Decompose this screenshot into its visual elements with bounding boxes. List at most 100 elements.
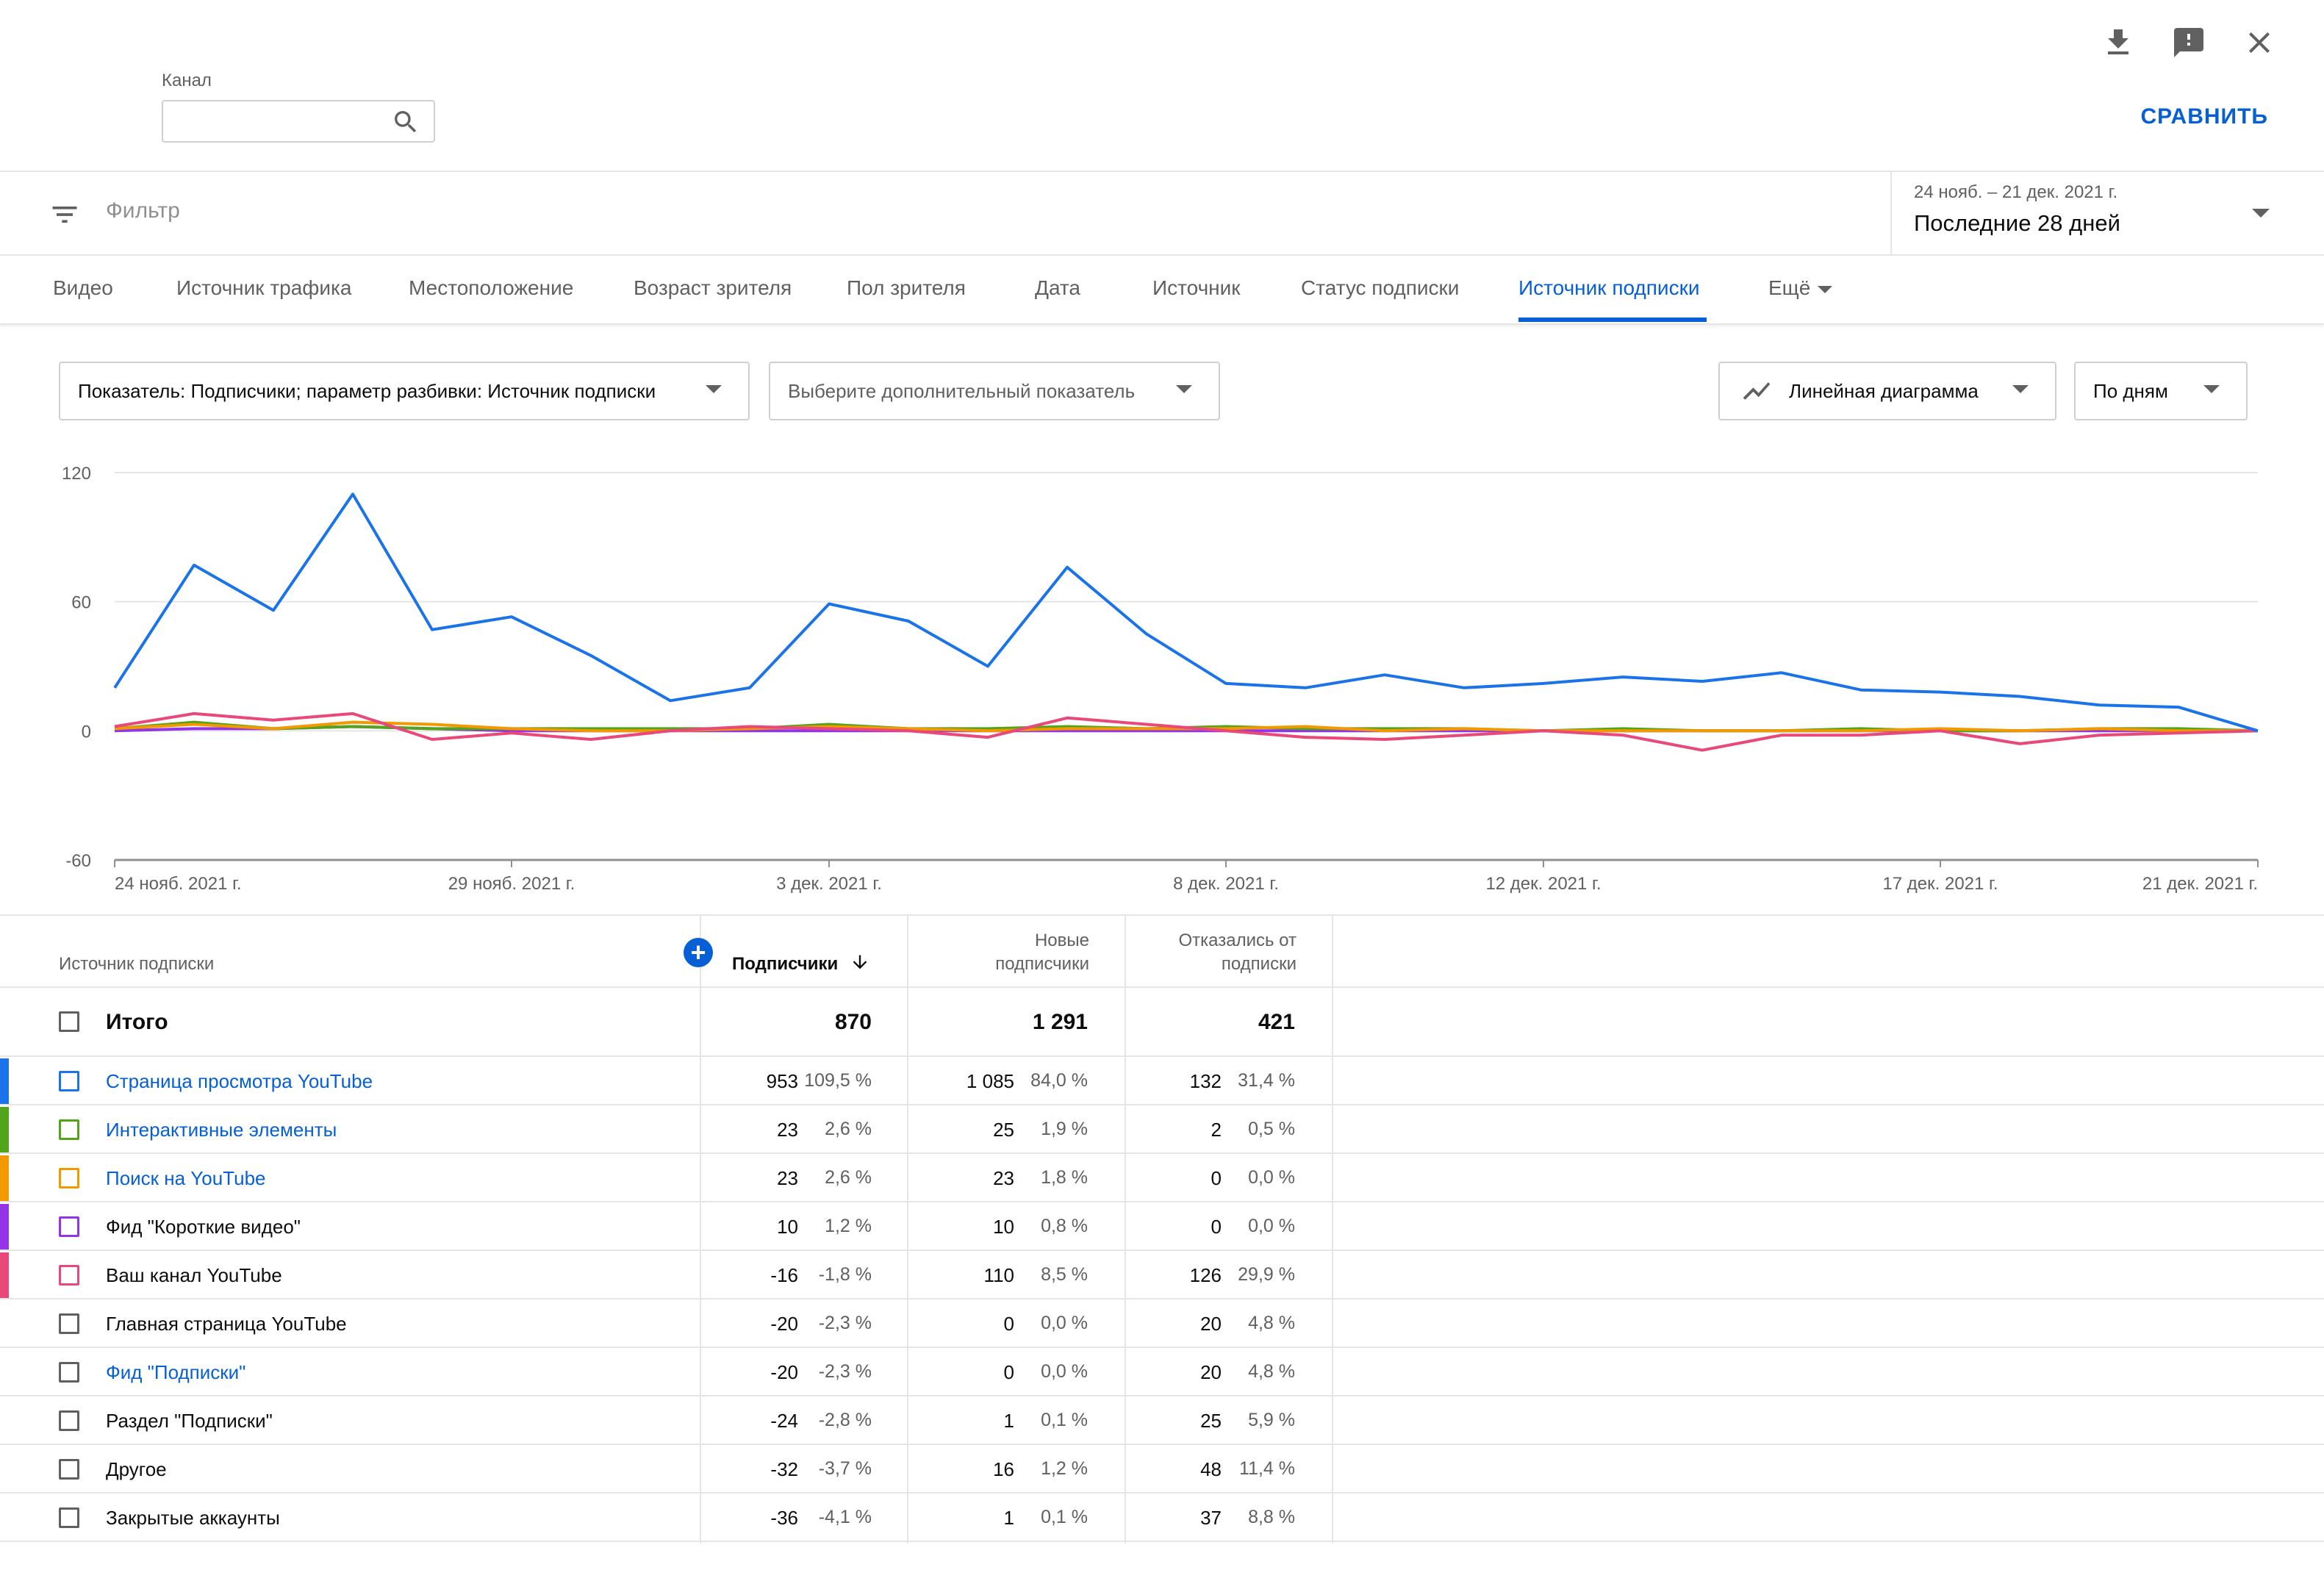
close-icon[interactable] bbox=[2239, 22, 2280, 63]
y-tick-label: 120 bbox=[62, 464, 91, 484]
row-divider bbox=[0, 1492, 2324, 1494]
new-subscribers-percent: 0,8 % bbox=[1041, 1216, 1088, 1236]
tab-traffic-source[interactable]: Источник трафика bbox=[176, 276, 351, 300]
feedback-icon[interactable] bbox=[2168, 22, 2209, 63]
series-color-stripe bbox=[0, 1058, 9, 1104]
column-header-lost-line2: подписки bbox=[1221, 954, 1297, 974]
tab-more-label: Ещё bbox=[1768, 276, 1811, 299]
subscribers-percent: 109,5 % bbox=[804, 1070, 872, 1091]
lost-subscribers-percent: 29,9 % bbox=[1238, 1264, 1295, 1285]
subscribers-value: -20 bbox=[770, 1313, 798, 1335]
channel-label: Канал bbox=[162, 71, 212, 90]
row-divider bbox=[0, 1249, 2324, 1251]
row-checkbox[interactable] bbox=[59, 1362, 79, 1383]
row-divider bbox=[0, 1444, 2324, 1445]
subscribers-value: 10 bbox=[777, 1216, 798, 1238]
tab-video[interactable]: Видео bbox=[53, 276, 113, 300]
download-icon[interactable] bbox=[2098, 22, 2139, 63]
tab-source[interactable]: Источник bbox=[1152, 276, 1241, 300]
row-checkbox[interactable] bbox=[59, 1410, 79, 1431]
row-checkbox[interactable] bbox=[59, 1168, 79, 1188]
row-checkbox[interactable] bbox=[59, 1313, 79, 1334]
row-checkbox[interactable] bbox=[59, 1507, 79, 1528]
lost-subscribers-value: 48 bbox=[1200, 1458, 1222, 1480]
column-divider bbox=[907, 914, 908, 1543]
row-divider bbox=[0, 1395, 2324, 1396]
subscribers-value: 23 bbox=[777, 1167, 798, 1189]
chart-type-select[interactable]: Линейная диаграмма bbox=[1718, 362, 2056, 420]
tab-geography[interactable]: Местоположение bbox=[409, 276, 573, 300]
new-subscribers-value: 10 bbox=[993, 1216, 1014, 1238]
sort-arrow-icon[interactable] bbox=[850, 951, 870, 977]
column-header-source: Источник подписки bbox=[59, 954, 215, 974]
column-header-lost-line1: Отказались от bbox=[1178, 931, 1297, 950]
subscribers-value: 23 bbox=[777, 1119, 798, 1141]
add-column-icon[interactable]: + bbox=[684, 938, 713, 967]
date-range-text: 24 нояб. – 21 дек. 2021 г. bbox=[1914, 182, 2118, 202]
active-tab-indicator bbox=[1518, 318, 1707, 322]
row-source-label[interactable]: Поиск на YouTube bbox=[106, 1167, 265, 1190]
new-subscribers-value: 16 bbox=[993, 1458, 1014, 1480]
lost-subscribers-value: 2 bbox=[1211, 1119, 1222, 1141]
row-source-label: Другое bbox=[106, 1458, 167, 1480]
total-checkbox[interactable] bbox=[59, 1011, 79, 1032]
x-tick-label: 8 дек. 2021 г. bbox=[1173, 874, 1279, 894]
new-subscribers-percent: 0,1 % bbox=[1041, 1410, 1088, 1430]
total-lost-subscribers: 421 bbox=[1258, 1010, 1295, 1034]
subscribers-percent: 1,2 % bbox=[825, 1216, 872, 1236]
lost-subscribers-percent: 0,0 % bbox=[1248, 1167, 1295, 1188]
metric-select[interactable]: Показатель: Подписчики; параметр разбивк… bbox=[59, 362, 750, 420]
x-tick-label: 29 нояб. 2021 г. bbox=[448, 874, 575, 894]
series-line bbox=[113, 492, 2259, 733]
lost-subscribers-percent: 11,4 % bbox=[1239, 1458, 1295, 1479]
lost-subscribers-value: 126 bbox=[1189, 1264, 1222, 1286]
row-source-label[interactable]: Фид "Подписки" bbox=[106, 1361, 245, 1384]
row-divider bbox=[0, 1152, 2324, 1154]
row-divider bbox=[0, 1347, 2324, 1348]
row-checkbox[interactable] bbox=[59, 1265, 79, 1286]
chevron-down-icon[interactable] bbox=[2251, 207, 2271, 220]
new-subscribers-percent: 1,8 % bbox=[1041, 1167, 1088, 1188]
y-tick-label: 60 bbox=[71, 593, 91, 613]
row-source-label: Ваш канал YouTube bbox=[106, 1264, 282, 1286]
row-source-label[interactable]: Страница просмотра YouTube bbox=[106, 1070, 373, 1093]
row-source-label[interactable]: Интерактивные элементы bbox=[106, 1119, 337, 1141]
total-subscribers: 870 bbox=[834, 1010, 872, 1034]
row-checkbox[interactable] bbox=[59, 1071, 79, 1091]
total-new-subscribers: 1 291 bbox=[1032, 1010, 1088, 1034]
x-tick-label: 24 нояб. 2021 г. bbox=[115, 874, 242, 894]
filter-input[interactable]: Фильтр bbox=[106, 198, 180, 223]
tab-viewer-age[interactable]: Возраст зрителя bbox=[634, 276, 792, 300]
header-divider bbox=[0, 986, 2324, 988]
tab-subscription-source[interactable]: Источник подписки bbox=[1518, 276, 1699, 300]
row-divider bbox=[0, 1541, 2324, 1542]
new-subscribers-percent: 1,9 % bbox=[1041, 1119, 1088, 1139]
column-divider bbox=[1332, 914, 1333, 1543]
column-header-subscribers[interactable]: Подписчики bbox=[732, 954, 838, 975]
new-subscribers-percent: 0,0 % bbox=[1041, 1313, 1088, 1333]
tab-subscription-status[interactable]: Статус подписки bbox=[1301, 276, 1459, 300]
compare-button[interactable]: СРАВНИТЬ bbox=[2141, 104, 2268, 129]
search-icon[interactable] bbox=[391, 107, 420, 137]
subscribers-percent: -2,8 % bbox=[818, 1410, 872, 1430]
report-header bbox=[0, 0, 2324, 172]
subscribers-value: -36 bbox=[770, 1507, 798, 1529]
row-checkbox[interactable] bbox=[59, 1459, 79, 1480]
row-divider bbox=[0, 1298, 2324, 1299]
new-subscribers-percent: 0,0 % bbox=[1041, 1361, 1088, 1382]
secondary-metric-select[interactable]: Выберите дополнительный показатель bbox=[769, 362, 1220, 420]
filter-icon[interactable] bbox=[49, 198, 81, 231]
new-subscribers-value: 1 bbox=[1003, 1507, 1014, 1529]
chevron-down-icon bbox=[1176, 385, 1192, 393]
row-checkbox[interactable] bbox=[59, 1119, 79, 1140]
line-chart-icon bbox=[1743, 382, 1771, 400]
tab-more[interactable]: Ещё bbox=[1768, 276, 1833, 300]
line-chart: 120 60 0 -60 24 нояб. 2021 г. 29 нояб. 2021 г… bbox=[62, 464, 2259, 894]
tab-date[interactable]: Дата bbox=[1035, 276, 1080, 300]
row-checkbox[interactable] bbox=[59, 1216, 79, 1237]
granularity-select[interactable]: По дням bbox=[2074, 362, 2248, 420]
row-source-label: Фид "Короткие видео" bbox=[106, 1216, 301, 1238]
column-divider bbox=[700, 914, 701, 1543]
lost-subscribers-value: 25 bbox=[1200, 1410, 1222, 1432]
tab-viewer-gender[interactable]: Пол зрителя bbox=[847, 276, 966, 300]
